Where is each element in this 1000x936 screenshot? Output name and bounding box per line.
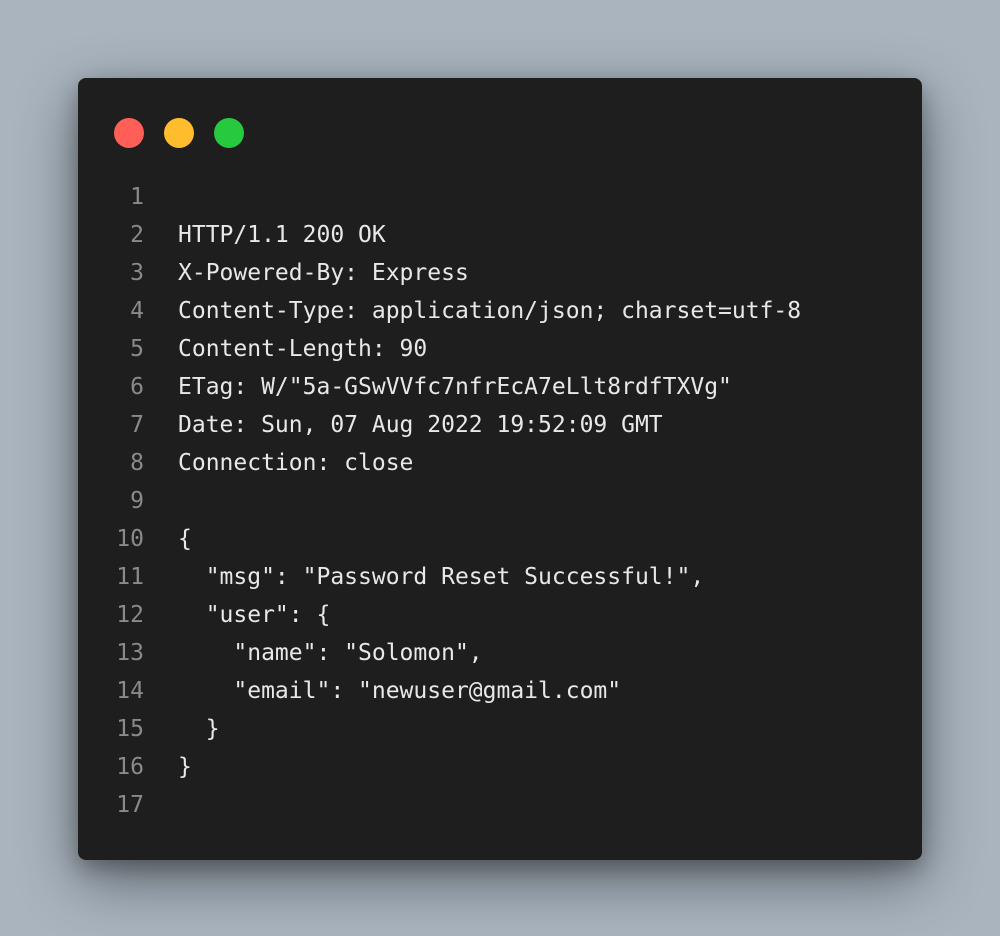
line-number: 17 (116, 792, 144, 818)
code-line: 11 "msg": "Password Reset Successful!", (78, 558, 922, 596)
maximize-dot-icon[interactable] (214, 118, 244, 148)
line-number: 3 (130, 260, 144, 286)
code-line: 15 } (78, 710, 922, 748)
code-line: 17 (78, 786, 922, 824)
line-number: 12 (116, 602, 144, 628)
line-text: Content-Type: application/json; charset=… (178, 298, 802, 324)
line-number: 7 (130, 412, 144, 438)
line-number: 1 (130, 184, 144, 210)
code-line: 7 Date: Sun, 07 Aug 2022 19:52:09 GMT (78, 406, 922, 444)
code-line: 4 Content-Type: application/json; charset… (78, 292, 922, 330)
line-text: Connection: close (178, 450, 414, 476)
code-line: 8 Connection: close (78, 444, 922, 482)
line-number: 15 (116, 716, 144, 742)
line-text: "email": "newuser@gmail.com" (178, 678, 622, 704)
code-line: 14 "email": "newuser@gmail.com" (78, 672, 922, 710)
line-number: 6 (130, 374, 144, 400)
line-number: 16 (116, 754, 144, 780)
line-text: } (178, 754, 192, 780)
line-text: X-Powered-By: Express (178, 260, 469, 286)
line-text: "user": { (178, 602, 331, 628)
line-number: 9 (130, 488, 144, 514)
line-text: "msg": "Password Reset Successful!", (178, 564, 705, 590)
code-line: 3 X-Powered-By: Express (78, 254, 922, 292)
code-line: 16} (78, 748, 922, 786)
line-number: 14 (116, 678, 144, 704)
line-text: ETag: W/"5a-GSwVVfc7nfrEcA7eLlt8rdfTXVg" (178, 374, 732, 400)
line-text: "name": "Solomon", (178, 640, 483, 666)
line-number: 13 (116, 640, 144, 666)
close-dot-icon[interactable] (114, 118, 144, 148)
line-text: Date: Sun, 07 Aug 2022 19:52:09 GMT (178, 412, 663, 438)
code-line: 2 HTTP/1.1 200 OK (78, 216, 922, 254)
line-number: 10 (116, 526, 144, 552)
code-line: 1 (78, 178, 922, 216)
code-line: 13 "name": "Solomon", (78, 634, 922, 672)
code-line: 9 (78, 482, 922, 520)
minimize-dot-icon[interactable] (164, 118, 194, 148)
line-number: 2 (130, 222, 144, 248)
code-line: 12 "user": { (78, 596, 922, 634)
line-text: HTTP/1.1 200 OK (178, 222, 386, 248)
line-text: { (178, 526, 192, 552)
line-text: Content-Length: 90 (178, 336, 428, 362)
line-number: 8 (130, 450, 144, 476)
code-window: 1 2 HTTP/1.1 200 OK 3 X-Powered-By: Expres… (78, 78, 922, 860)
code-block: 1 2 HTTP/1.1 200 OK 3 X-Powered-By: Expres… (78, 178, 922, 824)
code-line: 6 ETag: W/"5a-GSwVVfc7nfrEcA7eLlt8rdfTXVg… (78, 368, 922, 406)
code-line: 10 { (78, 520, 922, 558)
line-number: 4 (130, 298, 144, 324)
code-line: 5 Content-Length: 90 (78, 330, 922, 368)
line-number: 5 (130, 336, 144, 362)
line-text: } (178, 716, 220, 742)
line-number: 11 (116, 564, 144, 590)
